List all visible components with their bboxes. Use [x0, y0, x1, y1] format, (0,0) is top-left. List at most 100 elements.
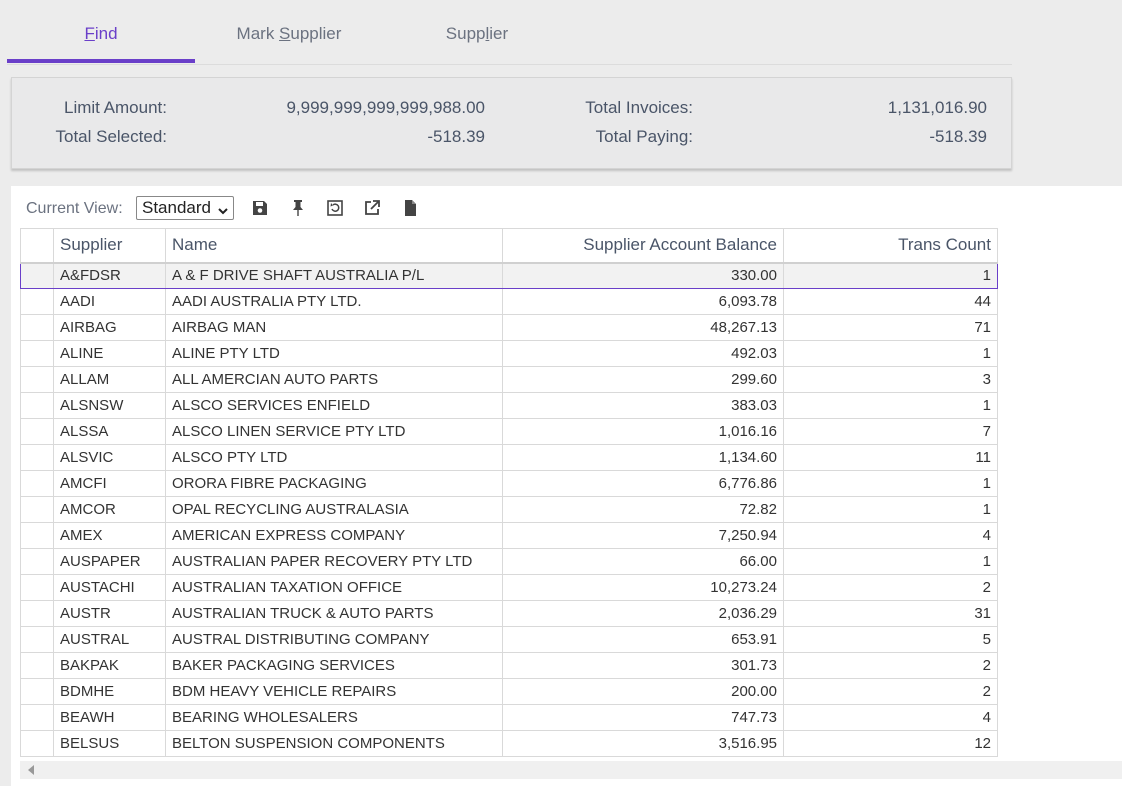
row-selector[interactable] — [20, 340, 54, 367]
row-selector[interactable] — [20, 262, 54, 289]
cell-name: ALL AMERCIAN AUTO PARTS — [165, 366, 503, 393]
summary-panel: Limit Amount: 9,999,999,999,999,988.00 T… — [11, 77, 1012, 169]
save-icon[interactable] — [250, 198, 270, 218]
cell-balance: 301.73 — [502, 652, 784, 679]
cell-trans-count: 1 — [783, 262, 998, 289]
table-row[interactable]: AUSPAPER AUSTRALIAN PAPER RECOVERY PTY LT… — [20, 548, 998, 575]
table-row[interactable]: BEAWH BEARING WHOLESALERS 747.73 4 — [20, 704, 998, 731]
cell-supplier: ALINE — [53, 340, 166, 367]
table-row[interactable]: AMCFI ORORA FIBRE PACKAGING 6,776.86 1 — [20, 470, 998, 497]
column-header-supplier[interactable]: Supplier — [53, 228, 166, 264]
cell-supplier: AMEX — [53, 522, 166, 549]
cell-balance: 6,093.78 — [502, 288, 784, 315]
cell-balance: 72.82 — [502, 496, 784, 523]
cell-name: ALSCO PTY LTD — [165, 444, 503, 471]
row-selector[interactable] — [20, 652, 54, 679]
row-selector[interactable] — [20, 418, 54, 445]
cell-trans-count: 44 — [783, 288, 998, 315]
row-selector[interactable] — [20, 678, 54, 705]
row-selector[interactable] — [20, 470, 54, 497]
table-row[interactable]: BDMHE BDM HEAVY VEHICLE REPAIRS 200.00 2 — [20, 678, 998, 705]
table-row[interactable]: BAKPAK BAKER PACKAGING SERVICES 301.73 2 — [20, 652, 998, 679]
table-row[interactable]: ALLAM ALL AMERCIAN AUTO PARTS 299.60 3 — [20, 366, 998, 393]
cell-supplier: ALSSA — [53, 418, 166, 445]
pin-icon[interactable] — [288, 198, 308, 218]
table-row[interactable]: AUSTACHI AUSTRALIAN TAXATION OFFICE 10,273… — [20, 574, 998, 601]
cell-supplier: AADI — [53, 288, 166, 315]
table-row[interactable]: ALSNSW ALSCO SERVICES ENFIELD 383.03 1 — [20, 392, 998, 419]
grid-header-row: Supplier Name Supplier Account Balance T… — [20, 228, 998, 264]
cell-trans-count: 1 — [783, 470, 998, 497]
current-view-select[interactable]: Standard — [136, 196, 234, 220]
cell-supplier: AUSTACHI — [53, 574, 166, 601]
cell-balance: 299.60 — [502, 366, 784, 393]
cell-trans-count: 1 — [783, 496, 998, 523]
table-row[interactable]: ALSSA ALSCO LINEN SERVICE PTY LTD 1,016.16… — [20, 418, 998, 445]
cell-supplier: AMCOR — [53, 496, 166, 523]
horizontal-scrollbar[interactable] — [20, 761, 1122, 779]
total-selected-label: Total Selected: — [55, 127, 167, 146]
row-selector[interactable] — [20, 600, 54, 627]
table-row[interactable]: AMCOR OPAL RECYCLING AUSTRALASIA 72.82 1 — [20, 496, 998, 523]
tab-mark-supplier[interactable]: Mark Supplier — [195, 24, 383, 44]
column-header-trans-count[interactable]: Trans Count — [783, 228, 998, 264]
table-row[interactable]: AIRBAG AIRBAG MAN 48,267.13 71 — [20, 314, 998, 341]
cell-balance: 1,016.16 — [502, 418, 784, 445]
cell-supplier: BDMHE — [53, 678, 166, 705]
cell-trans-count: 1 — [783, 340, 998, 367]
table-row[interactable]: BELSUS BELTON SUSPENSION COMPONENTS 3,516.… — [20, 730, 998, 757]
row-selector[interactable] — [20, 626, 54, 653]
column-header-name[interactable]: Name — [165, 228, 503, 264]
cell-supplier: AUSPAPER — [53, 548, 166, 575]
row-selector[interactable] — [20, 704, 54, 731]
cell-name: BAKER PACKAGING SERVICES — [165, 652, 503, 679]
cell-balance: 6,776.86 — [502, 470, 784, 497]
supplier-grid-panel: Current View: Standard Supplier Name Sup… — [11, 186, 1122, 786]
cell-name: AADI AUSTRALIA PTY LTD. — [165, 288, 503, 315]
cell-name: ALINE PTY LTD — [165, 340, 503, 367]
row-selector[interactable] — [20, 392, 54, 419]
cell-supplier: BELSUS — [53, 730, 166, 757]
table-row[interactable]: AUSTRAL AUSTRAL DISTRIBUTING COMPANY 653.9… — [20, 626, 998, 653]
row-selector[interactable] — [20, 730, 54, 757]
table-row[interactable]: ALINE ALINE PTY LTD 492.03 1 — [20, 340, 998, 367]
table-row[interactable]: AUSTR AUSTRALIAN TRUCK & AUTO PARTS 2,036.… — [20, 600, 998, 627]
row-selector[interactable] — [20, 444, 54, 471]
cell-supplier: ALSNSW — [53, 392, 166, 419]
export-icon[interactable] — [362, 198, 382, 218]
column-header-balance[interactable]: Supplier Account Balance — [502, 228, 784, 264]
table-row[interactable]: AMEX AMERICAN EXPRESS COMPANY 7,250.94 4 — [20, 522, 998, 549]
cell-balance: 653.91 — [502, 626, 784, 653]
row-selector[interactable] — [20, 366, 54, 393]
cell-name: BEARING WHOLESALERS — [165, 704, 503, 731]
row-selector[interactable] — [20, 496, 54, 523]
cell-trans-count: 3 — [783, 366, 998, 393]
table-row[interactable]: A&FDSR A & F DRIVE SHAFT AUSTRALIA P/L 330… — [20, 262, 998, 289]
cell-balance: 200.00 — [502, 678, 784, 705]
limit-amount-value: 9,999,999,999,999,988.00 — [286, 98, 485, 117]
row-selector[interactable] — [20, 314, 54, 341]
cell-balance: 330.00 — [502, 262, 784, 289]
total-invoices-label: Total Invoices: — [585, 98, 693, 117]
row-selector[interactable] — [20, 288, 54, 315]
cell-name: BELTON SUSPENSION COMPONENTS — [165, 730, 503, 757]
current-view-label: Current View: — [26, 200, 123, 217]
cell-balance: 3,516.95 — [502, 730, 784, 757]
cell-balance: 48,267.13 — [502, 314, 784, 341]
table-row[interactable]: AADI AADI AUSTRALIA PTY LTD. 6,093.78 44 — [20, 288, 998, 315]
cell-supplier: ALSVIC — [53, 444, 166, 471]
cell-trans-count: 5 — [783, 626, 998, 653]
limit-amount-label: Limit Amount: — [64, 98, 167, 117]
cell-name: AUSTRALIAN PAPER RECOVERY PTY LTD — [165, 548, 503, 575]
active-tab-indicator — [7, 59, 195, 63]
document-icon[interactable] — [400, 198, 420, 218]
row-selector[interactable] — [20, 548, 54, 575]
row-selector[interactable] — [20, 522, 54, 549]
cell-balance: 66.00 — [502, 548, 784, 575]
tab-supplier[interactable]: Supplier — [383, 24, 571, 44]
table-row[interactable]: ALSVIC ALSCO PTY LTD 1,134.60 11 — [20, 444, 998, 471]
tab-find[interactable]: Find — [7, 24, 195, 44]
scroll-left-icon[interactable] — [28, 765, 34, 775]
row-selector[interactable] — [20, 574, 54, 601]
restore-layout-icon[interactable] — [325, 198, 345, 218]
